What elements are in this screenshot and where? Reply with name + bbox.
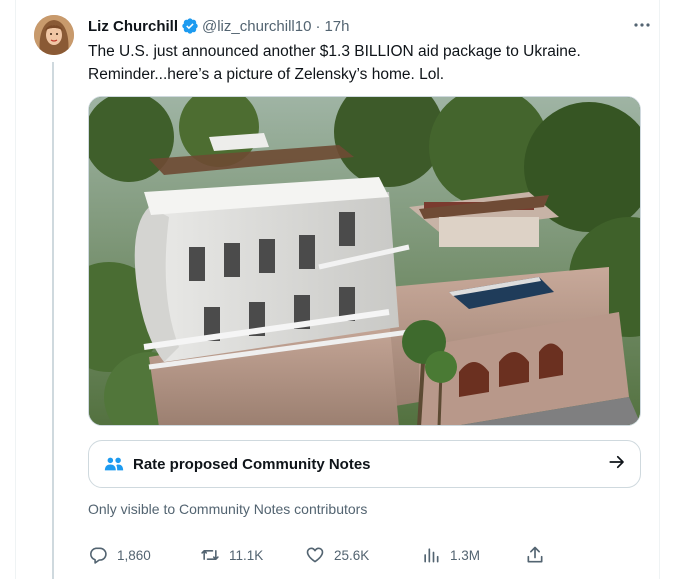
like-button[interactable]: 25.6K — [305, 545, 369, 565]
community-notes-visibility: Only visible to Community Notes contribu… — [88, 501, 368, 517]
tweet-image[interactable] — [88, 96, 641, 426]
tweet-time[interactable]: 17h — [324, 18, 349, 35]
repost-count: 11.1K — [229, 547, 264, 563]
repost-icon — [200, 545, 220, 565]
repost-button[interactable]: 11.1K — [200, 545, 263, 565]
views-button[interactable]: 1.3M — [421, 545, 480, 565]
avatar[interactable] — [34, 15, 74, 55]
villa-photo — [89, 97, 640, 425]
author-name[interactable]: Liz Churchill — [88, 18, 178, 35]
like-count: 25.6K — [334, 547, 370, 563]
arrow-right-icon — [608, 453, 626, 476]
reply-count: 1,860 — [117, 547, 151, 563]
views-count: 1.3M — [450, 547, 481, 563]
column-border-right — [659, 0, 660, 579]
column-border-left — [15, 0, 16, 579]
separator-dot: · — [315, 17, 321, 35]
verified-badge-icon — [182, 18, 198, 34]
tweet-header: Liz Churchill @liz_churchill10 · 17h — [88, 15, 644, 37]
more-icon[interactable] — [632, 15, 652, 35]
tweet-actions: 1,860 11.1K 25.6K 1.3M — [88, 543, 548, 567]
author-handle[interactable]: @liz_churchill10 — [202, 18, 311, 35]
thread-line — [52, 62, 54, 579]
views-icon — [421, 545, 441, 565]
community-notes-button[interactable]: Rate proposed Community Notes — [88, 440, 641, 488]
like-icon — [305, 545, 325, 565]
share-icon — [525, 545, 545, 565]
reply-icon — [88, 545, 108, 565]
community-notes-icon — [103, 453, 125, 475]
tweet-text-line-2: Reminder...here’s a picture of Zelensky’… — [88, 66, 445, 83]
share-button[interactable] — [525, 545, 554, 565]
community-notes-label: Rate proposed Community Notes — [133, 455, 371, 473]
tweet-text-line-1: The U.S. just announced another $1.3 BIL… — [88, 43, 581, 60]
tweet-text: The U.S. just announced another $1.3 BIL… — [88, 40, 648, 86]
reply-button[interactable]: 1,860 — [88, 545, 151, 565]
